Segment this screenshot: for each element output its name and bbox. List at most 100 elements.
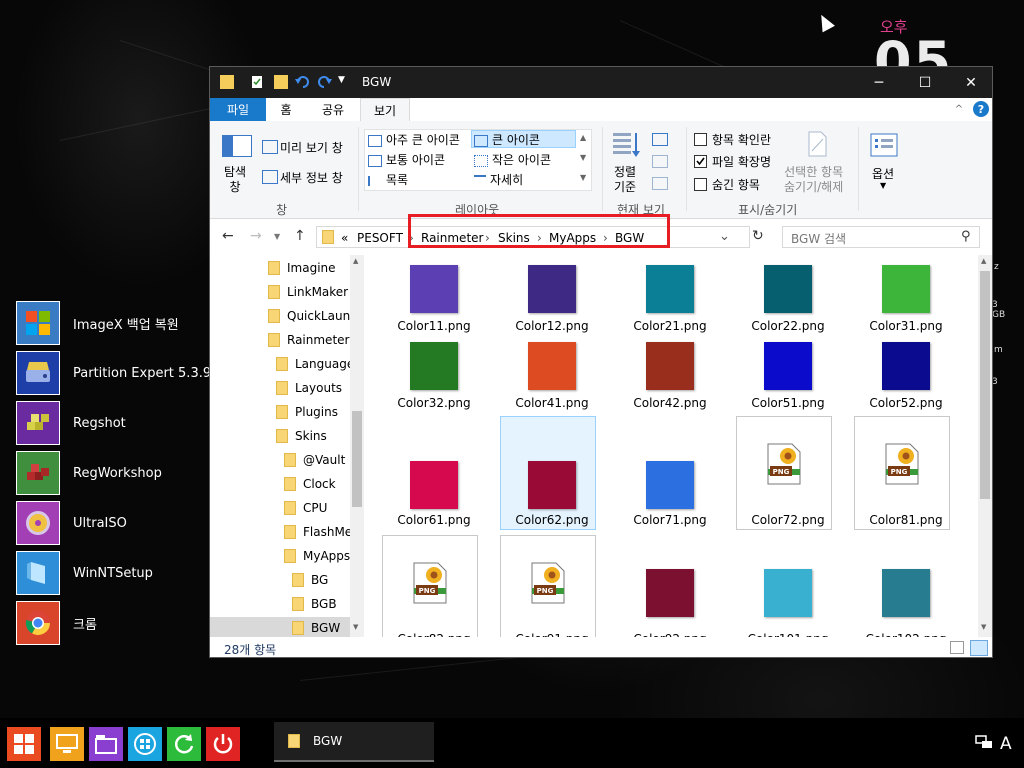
nav-item[interactable]: Rainmeter [268, 329, 349, 351]
taskbar-task-bgw[interactable]: BGW [274, 722, 434, 762]
size-columns-icon[interactable] [652, 177, 668, 190]
explorer-icon[interactable] [89, 727, 123, 761]
layout-option-list[interactable]: 목록 [368, 171, 408, 188]
tab-view[interactable]: 보기 [360, 98, 410, 122]
tab-home[interactable]: 홈 [268, 98, 304, 121]
computer-icon[interactable] [50, 727, 84, 761]
breadcrumb-pesoft[interactable]: PESOFT [357, 231, 403, 245]
nav-item[interactable]: Layouts [276, 377, 342, 399]
search-box[interactable]: BGW 검색 ⚲ [782, 226, 980, 248]
nav-scrollbar-thumb[interactable] [352, 411, 362, 507]
file-name-label[interactable]: Color22.png [736, 319, 840, 333]
group-by-icon[interactable] [652, 133, 668, 146]
properties-icon[interactable] [250, 75, 264, 89]
layout-option-medium[interactable]: 보통 아이콘 [368, 151, 445, 168]
file-name-label[interactable]: Color11.png [382, 319, 486, 333]
title-bar[interactable]: ▼ BGW ─ ☐ ✕ [210, 67, 992, 98]
search-icon[interactable]: ⚲ [961, 229, 971, 244]
file-name-label[interactable]: Color32.png [382, 396, 486, 410]
file-name-label[interactable]: Color42.png [618, 396, 722, 410]
nav-item[interactable]: Languages [276, 353, 360, 375]
back-arrow-icon[interactable]: ← [222, 228, 234, 244]
file-name-label[interactable]: Color31.png [854, 319, 958, 333]
nav-item[interactable]: Clock [284, 473, 336, 495]
hidden-items-label[interactable]: 숨긴 항목 [712, 176, 760, 193]
sort-by-button[interactable]: 정렬 기준 [614, 165, 636, 195]
options-button[interactable]: 옵션 [872, 165, 894, 182]
maximize-button[interactable]: ☐ [902, 67, 948, 98]
file-name-label[interactable]: Color51.png [736, 396, 840, 410]
file-extension-checkbox[interactable] [694, 155, 707, 168]
details-pane-button[interactable]: 세부 정보 창 [280, 169, 343, 186]
gallery-scroll-up-icon[interactable]: ▲ [580, 133, 586, 142]
file-extension-label[interactable]: 파일 확장명 [712, 153, 771, 170]
item-checkbox-toggle[interactable] [694, 133, 707, 146]
file-name-label[interactable]: Color71.png [618, 513, 722, 527]
search-input[interactable]: BGW 검색 [791, 230, 846, 247]
file-name-label[interactable]: Color72.png [736, 513, 840, 527]
content-scrollbar-thumb[interactable] [980, 271, 990, 499]
add-columns-icon[interactable] [652, 155, 668, 168]
undo-icon[interactable] [294, 75, 309, 89]
file-name-label[interactable]: Color61.png [382, 513, 486, 527]
nav-scrollbar[interactable]: ▲ ▼ [350, 255, 364, 637]
nav-item[interactable]: MyApps [284, 545, 350, 567]
nav-item[interactable]: Skins [276, 425, 327, 447]
refresh-icon[interactable] [167, 727, 201, 761]
power-icon[interactable] [206, 727, 240, 761]
close-button[interactable]: ✕ [948, 67, 992, 98]
nav-item[interactable]: Plugins [276, 401, 338, 423]
navigation-pane-label[interactable]: 탐색 창 [224, 165, 246, 195]
navigation-pane-icon[interactable] [222, 135, 252, 157]
scroll-down-icon[interactable]: ▼ [981, 623, 986, 631]
large-icons-view-icon[interactable] [970, 640, 988, 656]
file-name-label[interactable]: Color12.png [500, 319, 604, 333]
scroll-up-icon[interactable]: ▲ [981, 257, 986, 265]
file-name-label[interactable]: Color21.png [618, 319, 722, 333]
hidden-items-checkbox[interactable] [694, 178, 707, 191]
windows-install-icon[interactable] [128, 727, 162, 761]
file-name-label[interactable]: Color52.png [854, 396, 958, 410]
preview-pane-button[interactable]: 미리 보기 창 [280, 139, 343, 156]
tab-file[interactable]: 파일 [210, 98, 266, 121]
item-checkbox-label[interactable]: 항목 확인란 [712, 131, 771, 148]
layout-option-details[interactable]: 자세히 [474, 171, 523, 188]
ime-indicator[interactable]: A [1000, 734, 1012, 754]
redo-icon[interactable] [317, 75, 332, 89]
file-name-label[interactable]: Color62.png [500, 513, 604, 527]
recent-locations-icon[interactable]: ▼ [274, 232, 280, 241]
address-dropdown-icon[interactable]: ⌄ [719, 229, 730, 244]
up-arrow-icon[interactable]: ↑ [294, 228, 306, 244]
new-folder-icon[interactable] [274, 75, 288, 89]
qat-dropdown-icon[interactable]: ▼ [338, 75, 352, 89]
file-name-label[interactable]: Color81.png [854, 513, 958, 527]
details-view-icon[interactable] [950, 641, 964, 654]
file-name-label[interactable]: Color41.png [500, 396, 604, 410]
refresh-icon[interactable]: ↻ [752, 228, 764, 244]
scroll-down-icon[interactable]: ▼ [353, 623, 358, 631]
layout-option-large[interactable]: 큰 아이콘 [474, 131, 540, 148]
forward-arrow-icon[interactable]: → [250, 228, 262, 244]
nav-item[interactable]: BGB [292, 593, 337, 615]
address-overflow[interactable]: « [341, 231, 348, 245]
help-icon[interactable]: ? [973, 101, 989, 117]
start-icon[interactable] [7, 727, 41, 761]
nav-item[interactable]: BGW [292, 617, 340, 637]
layout-option-extra-large[interactable]: 아주 큰 아이콘 [368, 131, 460, 148]
network-tray-icon[interactable] [975, 734, 993, 755]
options-dropdown-icon[interactable]: ▼ [880, 181, 886, 190]
gallery-scroll-down-icon[interactable]: ▼ [580, 153, 586, 162]
nav-item[interactable]: Imagine [268, 257, 336, 279]
scroll-up-icon[interactable]: ▲ [353, 257, 358, 265]
nav-item[interactable]: LinkMaker [268, 281, 348, 303]
collapse-ribbon-icon[interactable]: ^ [950, 98, 968, 121]
nav-item[interactable]: @Vault [284, 449, 345, 471]
gallery-expand-icon[interactable]: ▼ [580, 173, 586, 182]
sidebar-text: m [994, 345, 1003, 355]
content-scrollbar[interactable]: ▲ ▼ [978, 255, 992, 637]
layout-option-small[interactable]: 작은 아이콘 [474, 151, 551, 168]
nav-item[interactable]: CPU [284, 497, 327, 519]
minimize-button[interactable]: ─ [856, 67, 902, 98]
nav-item[interactable]: BG [292, 569, 328, 591]
tab-share[interactable]: 공유 [310, 98, 356, 121]
